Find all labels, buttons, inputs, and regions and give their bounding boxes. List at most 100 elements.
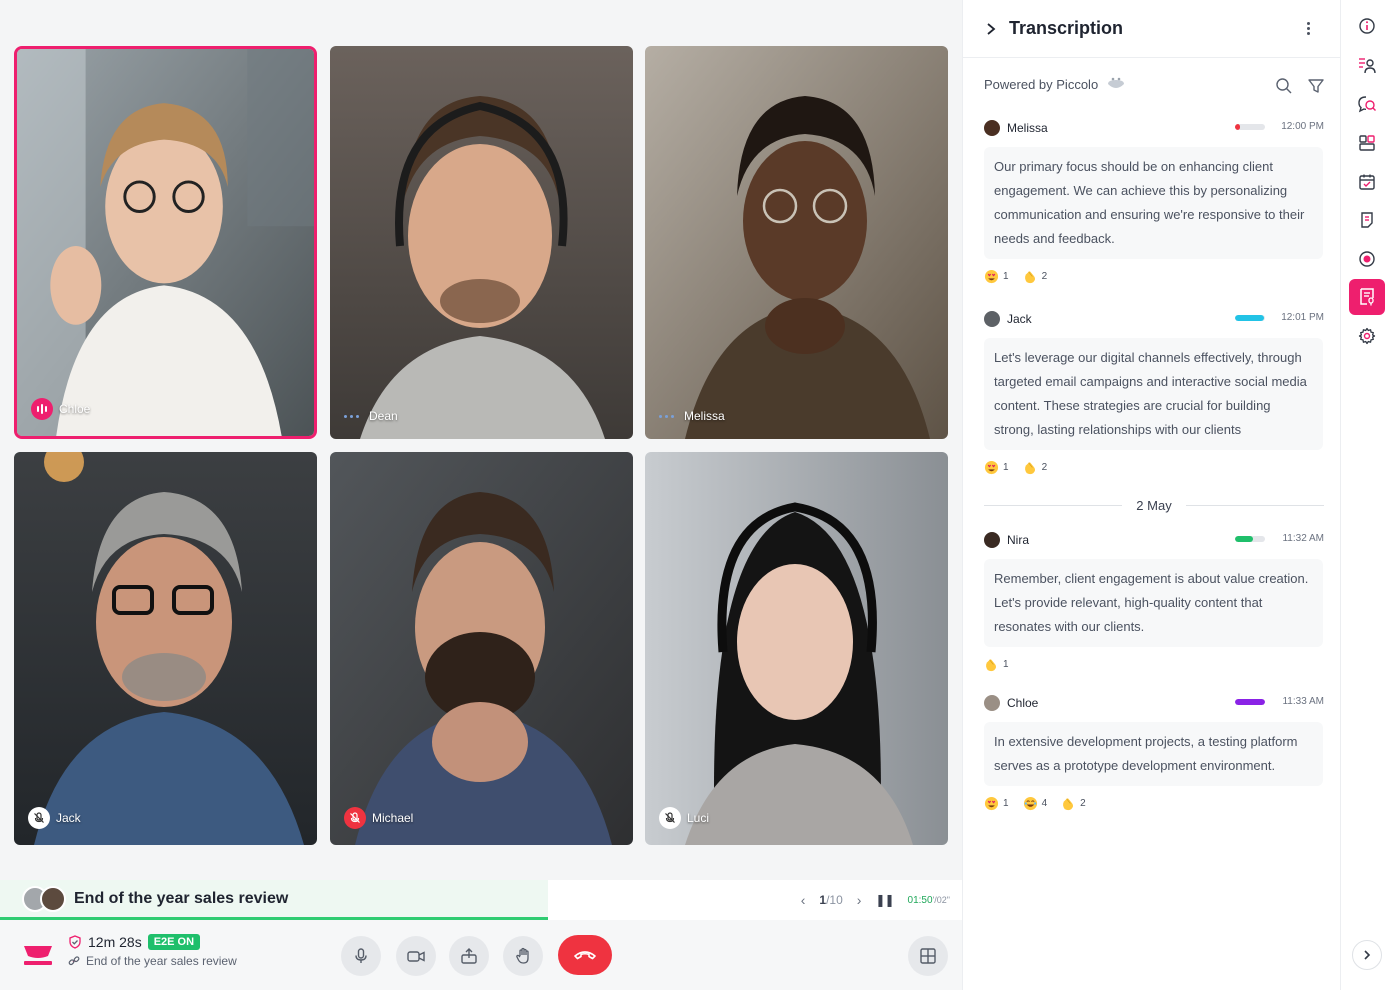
chevron-right-icon[interactable] [985, 22, 997, 36]
avatar [40, 885, 66, 912]
reaction-clap[interactable]: 2 [1061, 796, 1086, 811]
microphone-button[interactable] [341, 936, 381, 976]
avatar [984, 120, 1000, 136]
audio-level-bar [1235, 699, 1265, 705]
avatar [984, 532, 1000, 548]
rail-participants-button[interactable] [1349, 47, 1385, 83]
raise-hand-button[interactable] [503, 936, 543, 976]
apps-icon [1359, 135, 1375, 151]
clap-emoji-icon [1024, 462, 1035, 475]
next-page-icon[interactable]: › [857, 892, 862, 908]
mic-off-icon [344, 807, 366, 829]
transcript-text: In extensive development projects, a tes… [984, 722, 1323, 786]
reaction-laugh[interactable]: 4 [1023, 796, 1047, 811]
participants-icon [1359, 58, 1376, 74]
avatar [984, 311, 1000, 327]
idle-indicator-icon [344, 414, 359, 418]
rail-info-button[interactable] [1349, 8, 1385, 44]
video-tile-michael[interactable]: Michael [330, 452, 633, 845]
rail-record-button[interactable] [1349, 241, 1385, 277]
video-tile-jack[interactable]: Jack [14, 452, 317, 845]
audio-level-bar [1235, 315, 1265, 321]
video-feed [17, 49, 314, 436]
video-feed [645, 46, 948, 439]
mic-off-icon [28, 807, 50, 829]
heart-eyes-emoji-icon [984, 796, 999, 811]
rail-calendar-button[interactable] [1349, 164, 1385, 200]
rail-notes-button[interactable] [1349, 202, 1385, 238]
filter-icon[interactable] [1307, 77, 1325, 95]
speaker-name: Jack [1007, 312, 1032, 326]
mic-off-icon [659, 807, 681, 829]
share-screen-button[interactable] [449, 936, 489, 976]
panel-title: Transcription [1009, 18, 1124, 38]
panel-header: Transcription [963, 0, 1340, 58]
powered-by: Powered by Piccolo [984, 76, 1126, 92]
participant-name: Melissa [684, 409, 725, 423]
reaction-heart-eyes[interactable]: 1 [984, 269, 1009, 284]
avatar [984, 695, 1000, 711]
raise-hand-icon [516, 947, 529, 964]
rail-apps-button[interactable] [1349, 125, 1385, 161]
transcript-entry: Jack 12:01 PM Let's leverage our digital… [984, 310, 1324, 475]
reactions: 1 4 2 [984, 796, 1324, 811]
grid-layout-icon [920, 948, 936, 964]
call-controls: 12m 28s E2E ON End of the year sales rev… [0, 920, 962, 990]
transcription-panel: Transcription Powered by Piccolo Melissa… [962, 0, 1340, 990]
camera-button[interactable] [396, 936, 436, 976]
meeting-subtitle: End of the year sales review [86, 954, 237, 968]
video-feed [14, 452, 317, 845]
transcript-entry: Melissa 12:00 PM Our primary focus shoul… [984, 119, 1324, 284]
share-screen-icon [461, 948, 477, 964]
record-icon [1359, 251, 1375, 267]
timestamp: 12:00 PM [1281, 121, 1324, 132]
participant-name: Chloe [59, 402, 91, 416]
transcript-text: Remember, client engagement is about val… [984, 559, 1323, 647]
idle-indicator-icon [659, 414, 674, 418]
heart-eyes-emoji-icon [984, 460, 999, 475]
prev-page-icon[interactable]: ‹ [801, 892, 806, 908]
participant-name: Dean [369, 409, 398, 423]
reaction-clap[interactable]: 2 [1023, 269, 1047, 284]
video-camera-icon [407, 951, 425, 962]
meeting-title: End of the year sales review [74, 889, 289, 907]
meeting-duration: 12m 28s [88, 934, 142, 950]
rail-settings-button[interactable] [1349, 318, 1385, 354]
brand-logo-icon [24, 946, 52, 965]
powered-by-label: Powered by Piccolo [984, 76, 1099, 92]
side-rail [1340, 0, 1392, 990]
date-label: 2 May [1136, 497, 1172, 513]
notes-icon [1361, 212, 1373, 228]
speaker-name: Chloe [1007, 696, 1039, 710]
reaction-heart-eyes[interactable]: 1 [984, 460, 1009, 475]
link-icon[interactable] [68, 955, 80, 967]
video-feed [645, 452, 948, 845]
end-call-button[interactable] [558, 935, 612, 975]
participant-name-tag: Dean [344, 409, 398, 423]
audio-level-bar [1235, 536, 1265, 542]
participant-name-tag: Michael [344, 807, 413, 829]
chat-search-icon [1358, 96, 1376, 113]
search-icon[interactable] [1275, 77, 1293, 95]
participant-name-tag: Chloe [31, 398, 90, 420]
participant-name: Jack [56, 811, 81, 825]
reaction-clap[interactable]: 1 [984, 657, 1009, 672]
timestamp: 11:32 AM [1282, 533, 1324, 544]
heart-eyes-emoji-icon [984, 269, 999, 284]
collapse-rail-button[interactable] [1352, 940, 1382, 970]
video-tile-chloe[interactable]: Chloe [14, 46, 317, 439]
more-options-icon[interactable] [1307, 22, 1310, 35]
timestamp: 11:33 AM [1282, 696, 1324, 707]
reaction-heart-eyes[interactable]: 1 [984, 796, 1009, 811]
rail-transcription-button[interactable] [1349, 279, 1385, 315]
layout-grid-button[interactable] [908, 936, 948, 976]
settings-icon [1358, 327, 1376, 345]
pause-icon[interactable]: ❚❚ [875, 893, 894, 907]
video-tile-luci[interactable]: Luci [645, 452, 948, 845]
rail-chat-search-button[interactable] [1349, 86, 1385, 122]
video-tile-melissa[interactable]: Melissa [645, 46, 948, 439]
piccolo-logo-icon [1108, 77, 1125, 88]
calendar-check-icon [1359, 174, 1375, 190]
video-tile-dean[interactable]: Dean [330, 46, 633, 439]
reaction-clap[interactable]: 2 [1023, 460, 1047, 475]
